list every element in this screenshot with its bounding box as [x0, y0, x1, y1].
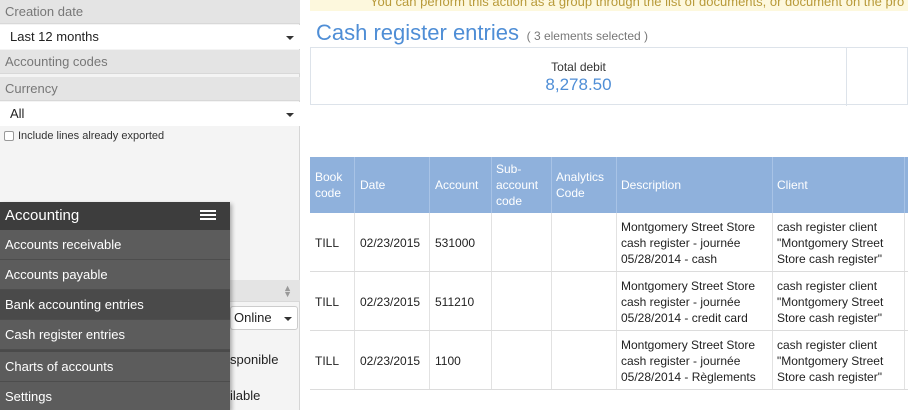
page-title: Cash register entries ( 3 elements selec…	[316, 20, 648, 46]
menu-title: Accounting	[5, 207, 80, 224]
cell-account: 1100	[435, 353, 461, 368]
partial-label-1: sponible	[230, 352, 279, 367]
cell-date: 02/23/2015	[360, 353, 421, 368]
column-description[interactable]: Description	[616, 157, 772, 213]
status-select-value: Online	[234, 310, 272, 325]
partial-label-2: ilable	[230, 388, 261, 403]
currency-label: Currency	[0, 77, 300, 101]
cell-book-code: TILL	[315, 235, 340, 250]
column-client[interactable]: Client	[772, 157, 904, 213]
table-header: Book code Date Account Sub-account code …	[310, 157, 908, 213]
total-debit-value: 8,278.50	[545, 75, 612, 94]
column-book-code[interactable]: Book code	[310, 157, 354, 213]
menu-item-charts-of-accounts[interactable]: Charts of accounts	[0, 352, 230, 382]
column-date[interactable]: Date	[355, 157, 429, 213]
cell-sub-account-code	[491, 272, 551, 331]
info-banner: You can perform this action as a group t…	[310, 0, 908, 11]
creation-date-select[interactable]: Last 12 months	[0, 25, 300, 49]
menu-item-accounts-receivable[interactable]: Accounts receivable	[0, 230, 230, 260]
include-exported-label: Include lines already exported	[18, 130, 165, 142]
cell-client: cash register client "Montgomery Street …	[777, 337, 884, 384]
include-exported-checkbox[interactable]	[4, 131, 14, 141]
cell-sub-account-code	[491, 331, 551, 390]
sort-icon: ▲ ▼	[283, 283, 292, 299]
menu-item-cash-register-entries[interactable]: Cash register entries	[0, 320, 230, 350]
currency-select[interactable]: All	[0, 102, 300, 126]
cell-description: Montgomery Street Store cash register - …	[621, 219, 756, 266]
cell-analytics-code	[551, 331, 616, 390]
menu-item-settings[interactable]: Settings	[0, 382, 230, 410]
cell-account: 511210	[435, 294, 475, 309]
chevron-down-icon	[286, 113, 294, 117]
creation-date-label: Creation date	[0, 0, 300, 24]
totals-box: Total debit 8,278.50	[310, 47, 908, 106]
table-row[interactable]: TILL 02/23/2015 1100 Montgomery Street S…	[310, 331, 908, 390]
chevron-down-icon	[284, 317, 292, 321]
currency-value: All	[10, 106, 25, 121]
column-account[interactable]: Account	[430, 157, 491, 213]
menu-item-bank-accounting-entries[interactable]: Bank accounting entries	[0, 290, 230, 320]
menu-item-accounts-payable[interactable]: Accounts payable	[0, 260, 230, 290]
cell-analytics-code	[551, 213, 616, 272]
table-row[interactable]: TILL 02/23/2015 531000 Montgomery Street…	[310, 213, 908, 272]
cell-description: Montgomery Street Store cash register - …	[621, 278, 756, 325]
total-debit-label: Total debit	[551, 60, 606, 74]
cell-client: cash register client "Montgomery Street …	[777, 219, 884, 266]
chevron-down-icon	[286, 36, 294, 40]
cell-client: cash register client "Montgomery Street …	[777, 278, 884, 325]
totals-divider	[846, 48, 847, 106]
list-icon[interactable]	[200, 210, 216, 222]
cell-analytics-code	[551, 272, 616, 331]
accounting-menu: Accounting Accounts receivable Accounts …	[0, 202, 230, 410]
selection-count: ( 3 elements selected )	[526, 29, 648, 43]
status-select[interactable]: Online	[230, 306, 298, 330]
cell-date: 02/23/2015	[360, 235, 421, 250]
column-sub-account-code[interactable]: Sub-account code	[491, 157, 551, 213]
page-title-text: Cash register entries	[316, 20, 519, 45]
creation-date-value: Last 12 months	[10, 29, 99, 44]
table-row[interactable]: TILL 02/23/2015 511210 Montgomery Street…	[310, 272, 908, 331]
column-analytics-code[interactable]: Analytics Code	[551, 157, 616, 213]
cell-description: Montgomery Street Store cash register - …	[621, 337, 756, 384]
cell-sub-account-code	[491, 213, 551, 272]
cell-book-code: TILL	[315, 294, 340, 309]
cell-book-code: TILL	[315, 353, 340, 368]
include-exported-row[interactable]: Include lines already exported	[4, 128, 164, 144]
cell-date: 02/23/2015	[360, 294, 421, 309]
cell-account: 531000	[435, 235, 476, 250]
info-banner-text: You can perform this action as a group t…	[370, 0, 905, 9]
menu-header[interactable]: Accounting	[0, 202, 230, 230]
accounting-codes-label[interactable]: Accounting codes	[0, 50, 300, 74]
entries-table: Book code Date Account Sub-account code …	[310, 157, 908, 390]
filter-header-partial[interactable]: ▲ ▼	[228, 280, 300, 302]
